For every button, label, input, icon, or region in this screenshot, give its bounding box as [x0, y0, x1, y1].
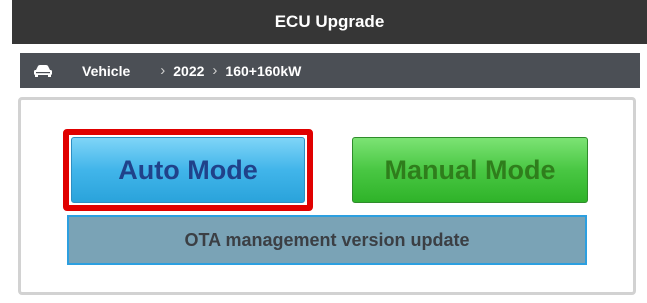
breadcrumb-label: Vehicle: [82, 62, 131, 79]
manual-mode-button[interactable]: Manual Mode: [352, 137, 588, 203]
car-icon: [32, 63, 54, 79]
auto-mode-label: Auto Mode: [118, 154, 258, 185]
breadcrumb-label: 2022: [173, 62, 205, 79]
auto-mode-button[interactable]: Auto Mode: [71, 137, 305, 203]
chevron-right-icon: ›: [160, 62, 166, 79]
breadcrumb-label: 160+160kW: [225, 62, 302, 79]
chevron-right-icon: ›: [212, 62, 218, 79]
title-bar: ECU Upgrade: [12, 0, 647, 44]
page-title: ECU Upgrade: [274, 12, 385, 31]
breadcrumb-item-power[interactable]: 160+160kW: [225, 63, 301, 79]
ota-update-button[interactable]: OTA management version update: [67, 215, 587, 265]
breadcrumb-item-vehicle[interactable]: Vehicle: [82, 63, 130, 79]
breadcrumb: Vehicle › 2022 › 160+160kW: [20, 53, 640, 88]
breadcrumb-item-year[interactable]: 2022: [173, 63, 204, 79]
manual-mode-label: Manual Mode: [384, 154, 556, 185]
ota-update-label: OTA management version update: [184, 229, 470, 250]
